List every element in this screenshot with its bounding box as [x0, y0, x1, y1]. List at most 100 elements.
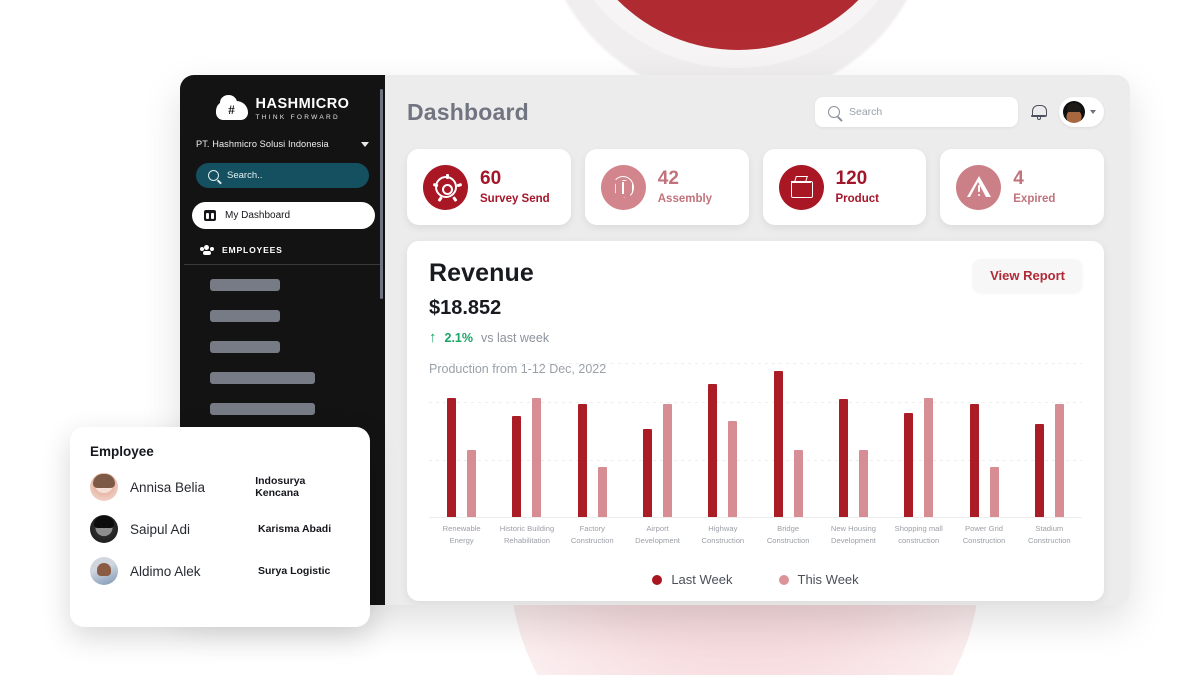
- chart-x-label: Stadium Construction: [1028, 524, 1071, 545]
- brand-name: HASHMICRO: [255, 96, 350, 112]
- chart-bar[interactable]: [1034, 424, 1044, 517]
- chart-x-label: Factory Construction: [570, 524, 614, 545]
- chart-bar[interactable]: [643, 428, 653, 517]
- hashmicro-cloud-icon: #: [215, 95, 248, 121]
- search-input[interactable]: Search: [815, 97, 1018, 127]
- notification-bell-icon[interactable]: [1031, 104, 1047, 120]
- chart-bar[interactable]: [924, 397, 934, 517]
- stat-label: Survey Send: [480, 193, 550, 205]
- stat-cards: 60 Survey Send 42 Assembly 120 Product 4…: [407, 149, 1104, 225]
- chart-bar[interactable]: [447, 397, 457, 517]
- chart-bar[interactable]: [1054, 403, 1064, 517]
- legend-label: Last Week: [671, 572, 733, 587]
- chart-bar[interactable]: [858, 450, 868, 517]
- sidebar-scrollbar[interactable]: [380, 89, 383, 299]
- chart-bar[interactable]: [773, 371, 783, 517]
- search-icon: [828, 106, 840, 118]
- box-icon: [790, 176, 813, 198]
- chart-bar[interactable]: [969, 403, 979, 517]
- chart-bar-group: [690, 363, 755, 517]
- avatar: [90, 515, 118, 543]
- legend-item[interactable]: This Week: [778, 572, 859, 587]
- list-item[interactable]: Aldimo Alek Surya Logistic: [90, 557, 350, 585]
- brand-tagline: THINK FORWARD: [255, 113, 340, 121]
- chart-x-axis-labels: Renewable Energy Historic Building Rehabili…: [429, 523, 1082, 547]
- stat-card-product[interactable]: 120 Product: [762, 149, 927, 225]
- search-icon: [208, 170, 219, 181]
- sidebar-section-label: EMPLOYEES: [222, 245, 283, 255]
- stat-label: Expired: [1013, 193, 1056, 205]
- employee-name: Annisa Belia: [130, 479, 206, 495]
- view-report-button[interactable]: View Report: [973, 259, 1082, 292]
- employee-card-title: Employee: [90, 444, 154, 459]
- stat-icon-wrapper: [778, 164, 824, 210]
- chart-bar-group: [755, 363, 820, 517]
- chart-bar[interactable]: [904, 413, 914, 517]
- chart-bar[interactable]: [838, 399, 848, 517]
- revenue-amount: $18.852: [429, 297, 502, 319]
- legend-label: This Week: [797, 572, 859, 587]
- chart-x-label: Airport Development: [635, 524, 680, 545]
- chart-legend: Last Week This Week: [407, 572, 1104, 587]
- chart-bar[interactable]: [663, 403, 673, 517]
- stat-icon-wrapper: [956, 164, 1002, 210]
- topbar-actions: Search: [815, 97, 1104, 127]
- sidebar-placeholder-item: [210, 310, 280, 322]
- employee-org: Surya Logistic: [258, 565, 331, 577]
- chart-bar[interactable]: [577, 403, 587, 517]
- assembly-icon: [612, 175, 635, 199]
- stat-label: Assembly: [657, 193, 713, 205]
- sidebar-placeholder-item: [210, 372, 315, 384]
- stat-icon-wrapper: [600, 164, 646, 210]
- chart-bar-group: [494, 363, 559, 517]
- legend-item[interactable]: Last Week: [652, 572, 733, 587]
- company-selector[interactable]: PT. Hashmicro Solusi Indonesia: [180, 139, 385, 149]
- stat-card-survey-send[interactable]: 60 Survey Send: [407, 149, 571, 225]
- list-item[interactable]: Saipul Adi Karisma Abadi: [90, 515, 350, 543]
- employee-name: Aldimo Alek: [130, 563, 201, 579]
- sidebar-search-placeholder: Search..: [227, 170, 263, 181]
- chart-bar[interactable]: [708, 383, 718, 517]
- page-title: Dashboard: [407, 98, 529, 125]
- topbar: Dashboard Search: [407, 97, 1104, 127]
- profile-menu[interactable]: [1059, 97, 1104, 127]
- brand-logo: # HASHMICRO THINK FORWARD: [180, 95, 385, 121]
- chart-x-label: Renewable Energy: [442, 524, 481, 545]
- sidebar-item-my-dashboard[interactable]: My Dashboard: [192, 202, 375, 229]
- list-item[interactable]: Annisa Belia Indosurya Kencana: [90, 473, 350, 501]
- gear-icon: [432, 174, 463, 203]
- employee-org: Karisma Abadi: [258, 523, 332, 535]
- chart-x-label: Power Grid Construction: [962, 524, 1006, 545]
- stat-value: 42: [657, 168, 679, 189]
- stat-icon-wrapper: [423, 164, 468, 210]
- chart-bar[interactable]: [532, 397, 542, 517]
- revenue-bar-chart: [429, 363, 1082, 518]
- employee-card: Employee Annisa Belia Indosurya Kencana …: [70, 427, 370, 627]
- avatar: [1063, 101, 1085, 123]
- axis-line: [429, 517, 1082, 518]
- legend-dot-icon: [652, 574, 663, 585]
- warning-icon: [966, 176, 991, 198]
- delta-caption: vs last week: [481, 330, 550, 345]
- chart-bar-group: [560, 363, 625, 517]
- chart-bar[interactable]: [597, 467, 607, 517]
- chart-bar[interactable]: [512, 416, 522, 517]
- sidebar-placeholder-item: [210, 403, 315, 415]
- background-circle-red: [568, 0, 908, 50]
- stat-card-assembly[interactable]: 42 Assembly: [584, 149, 749, 225]
- revenue-panel: Revenue $18.852 ↑ 2.1% vs last week Prod…: [407, 241, 1104, 601]
- chart-bar[interactable]: [728, 420, 738, 517]
- delta-percent: 2.1%: [444, 330, 474, 345]
- chart-bar-group: [429, 363, 494, 517]
- company-name: PT. Hashmicro Solusi Indonesia: [196, 139, 329, 149]
- sidebar-placeholder-item: [210, 279, 280, 291]
- stat-card-expired[interactable]: 4 Expired: [940, 149, 1104, 225]
- chart-bar-group: [951, 363, 1016, 517]
- chart-bar-group: [821, 363, 886, 517]
- chart-bar[interactable]: [989, 467, 999, 517]
- chart-bar[interactable]: [467, 450, 477, 517]
- sidebar-placeholder-item: [210, 341, 280, 353]
- chevron-down-icon: [361, 141, 369, 147]
- sidebar-search-input[interactable]: Search..: [196, 163, 369, 188]
- chart-bar[interactable]: [793, 450, 803, 517]
